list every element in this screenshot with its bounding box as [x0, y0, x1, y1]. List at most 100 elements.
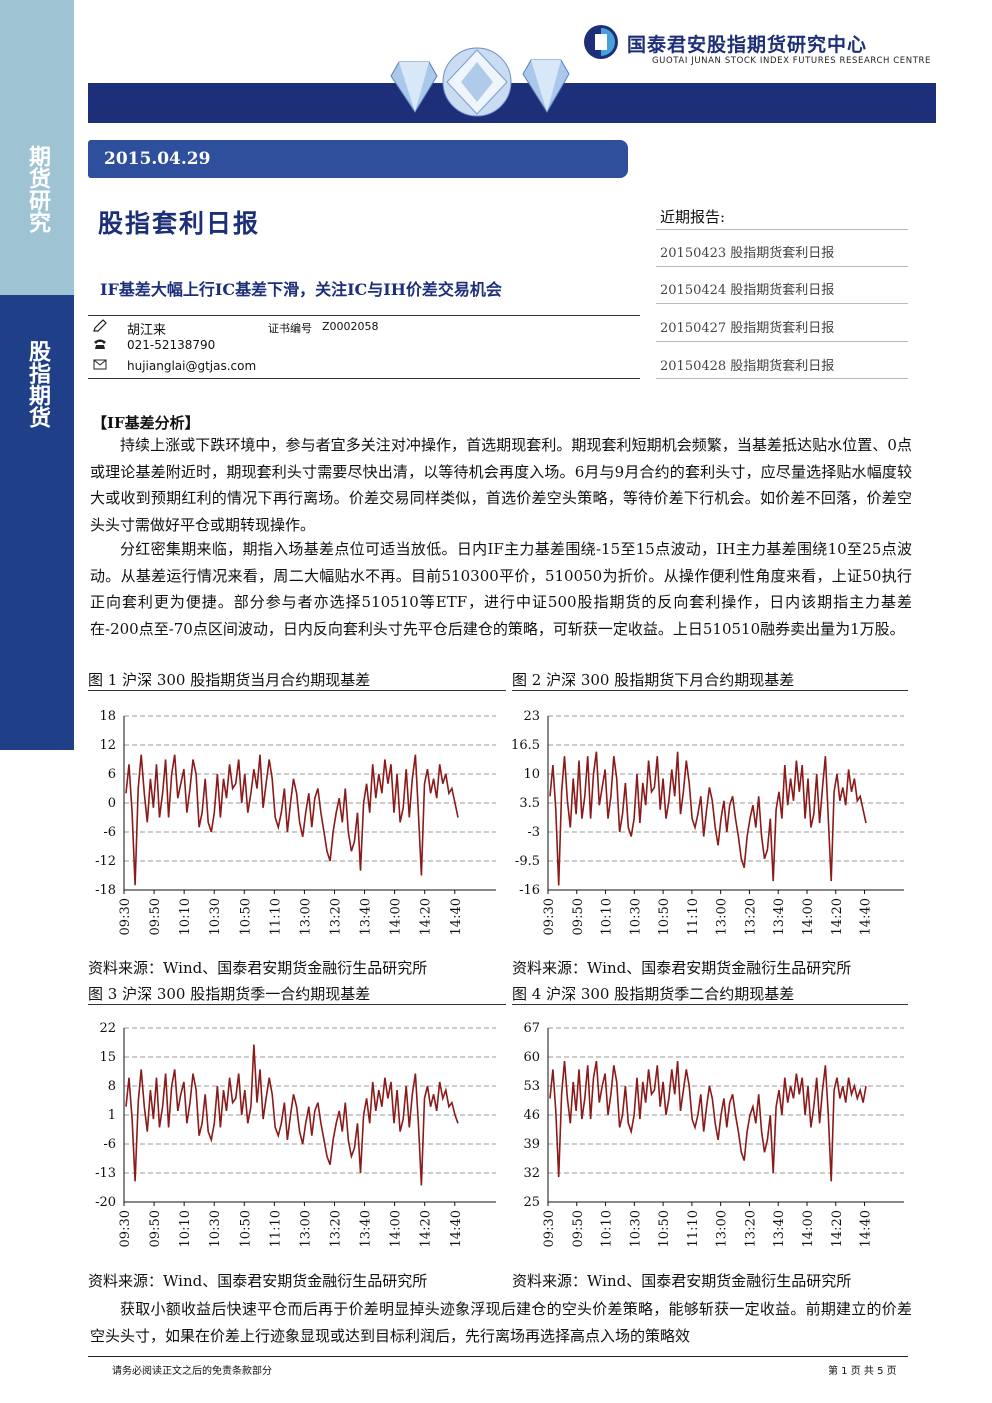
basis-series-line [549, 751, 867, 886]
y-tick-label: -6 [103, 825, 116, 840]
figure-4-title: 图 4 沪深 300 股指期货季二合约期现基差 [512, 985, 795, 1003]
recent-report-item[interactable]: 20150427 股指期货套利日报 [660, 317, 834, 336]
x-tick-label: 09:30 [118, 1210, 133, 1247]
x-tick-label: 09:30 [542, 1210, 557, 1247]
report-date: 2015.04.29 [104, 149, 211, 169]
y-tick-label: 32 [523, 1166, 540, 1181]
figure-2-source: 资料来源：Wind、国泰君安期货金融衍生品研究所 [512, 959, 852, 977]
figure-4-source: 资料来源：Wind、国泰君安期货金融衍生品研究所 [512, 1272, 852, 1290]
y-tick-label: 39 [523, 1137, 540, 1152]
body-paragraph-3: 获取小额收益后快速平仓而后再于价差明显掉头迹象浮现后建仓的空头价差策略，能够斩获… [90, 1300, 912, 1345]
company-logo [584, 25, 618, 59]
recent-report-item[interactable]: 20150424 股指期货套利日报 [660, 279, 834, 298]
x-tick-label: 13:20 [743, 1210, 758, 1247]
section-heading: 【IF基差分析】 [92, 414, 200, 432]
recent-report-item[interactable]: 20150428 股指期货套利日报 [660, 355, 834, 374]
x-tick-label: 09:30 [542, 898, 557, 935]
x-tick-label: 10:30 [208, 1210, 223, 1247]
y-tick-label: -18 [95, 883, 116, 898]
x-tick-label: 11:10 [268, 898, 283, 935]
x-tick-label: 14:20 [830, 898, 845, 935]
y-tick-label: 18 [99, 709, 116, 724]
y-tick-label: 67 [523, 1021, 540, 1036]
email-icon [93, 359, 107, 370]
x-tick-label: 14:40 [859, 898, 874, 935]
x-tick-label: 10:10 [178, 898, 193, 935]
x-tick-label: 13:20 [328, 1210, 343, 1247]
author-email[interactable]: hujianglai@gtjas.com [127, 359, 256, 373]
x-tick-label: 13:20 [328, 898, 343, 935]
org-name-cn: 国泰君安股指期货研究中心 [627, 34, 868, 56]
org-name-en: GUOTAI JUNAN STOCK INDEX FUTURES RESEARC… [652, 56, 932, 66]
cert-label: 证书编号 [268, 322, 312, 335]
basis-chart-3: 22 15 8 1 -6 -13 -2009:30 09:50 10:10 10:30 10:50 1… [95, 1021, 496, 1247]
recent-divider [656, 341, 908, 342]
footer-rule [88, 1356, 908, 1357]
x-tick-label: 09:50 [148, 1210, 163, 1247]
x-tick-label: 13:40 [359, 898, 374, 935]
x-tick-label: 10:30 [628, 898, 643, 935]
y-tick-label: 15 [99, 1050, 116, 1065]
basis-chart-2: 23 16.5 10 3.5 -3 -9.5 -1609:30 09:50 10:10 10:30… [511, 709, 904, 935]
x-tick-label: 10:50 [238, 1210, 253, 1247]
y-tick-label: 53 [523, 1079, 540, 1094]
x-tick-label: 14:40 [449, 1210, 464, 1247]
figure-1-title: 图 1 沪深 300 股指期货当月合约期现基差 [88, 671, 371, 689]
y-tick-label: -20 [95, 1195, 116, 1210]
x-tick-label: 09:50 [148, 898, 163, 935]
y-tick-label: -9.5 [515, 854, 540, 869]
x-tick-label: 13:40 [772, 898, 787, 935]
x-tick-label: 09:50 [571, 1210, 586, 1247]
recent-report-item[interactable]: 20150423 股指期货套利日报 [660, 242, 834, 261]
body-paragraph-1: 持续上涨或下跌环境中，参与者宜多关注对冲操作，首选期现套利。期现套利短期机会频繁… [90, 436, 912, 534]
x-tick-label: 09:30 [118, 898, 133, 935]
x-tick-label: 11:10 [268, 1210, 283, 1247]
x-tick-label: 13:00 [298, 1210, 313, 1247]
footer-disclaimer: 请务必阅读正文之后的免责条款部分 [112, 1366, 272, 1377]
figure-4-title-rule [512, 1004, 908, 1005]
figure-1-title-rule [88, 690, 506, 691]
x-tick-label: 10:50 [657, 898, 672, 935]
y-tick-label: -13 [95, 1166, 116, 1181]
x-tick-label: 14:40 [859, 1210, 874, 1247]
x-tick-label: 10:30 [208, 898, 223, 935]
y-tick-label: -6 [103, 1137, 116, 1152]
x-tick-label: 13:00 [298, 898, 313, 935]
y-tick-label: -16 [519, 883, 540, 898]
basis-series-line [549, 1060, 867, 1182]
x-tick-label: 10:50 [657, 1210, 672, 1247]
x-tick-label: 10:10 [600, 898, 615, 935]
footer-page-number: 第 1 页 共 5 页 [828, 1366, 897, 1377]
recent-divider [656, 229, 908, 230]
y-tick-label: -3 [527, 825, 540, 840]
y-tick-label: 12 [99, 738, 116, 753]
x-tick-label: 14:20 [419, 898, 434, 935]
y-tick-label: -12 [95, 854, 116, 869]
x-tick-label: 10:50 [238, 898, 253, 935]
y-tick-label: 0 [108, 796, 116, 811]
author-name: 胡江来 [127, 323, 167, 338]
x-tick-label: 13:40 [772, 1210, 787, 1247]
y-tick-label: 60 [523, 1050, 540, 1065]
x-tick-label: 14:40 [449, 898, 464, 935]
x-tick-label: 14:00 [389, 898, 404, 935]
y-tick-label: 10 [523, 767, 540, 782]
recent-divider [656, 266, 908, 267]
report-title: 股指套利日报 [98, 209, 261, 238]
x-tick-label: 10:10 [178, 1210, 193, 1247]
recent-reports-title: 近期报告: [660, 208, 726, 226]
author-divider-top [88, 315, 640, 316]
y-tick-label: 6 [108, 767, 116, 782]
figure-3-title: 图 3 沪深 300 股指期货季一合约期现基差 [88, 985, 371, 1003]
figure-3-title-rule [88, 1004, 506, 1005]
x-tick-label: 11:10 [686, 898, 701, 935]
x-tick-label: 14:00 [801, 898, 816, 935]
y-tick-label: 8 [108, 1079, 116, 1094]
y-tick-label: 3.5 [519, 796, 540, 811]
phone-icon [94, 339, 106, 349]
recent-divider [656, 378, 908, 379]
cert-number: Z0002058 [322, 320, 379, 333]
basis-chart-1: 18 12 6 0 -6 -12 -1809:30 09:50 10:10 10:30 10:50 1… [95, 709, 496, 935]
x-tick-label: 13:20 [743, 898, 758, 935]
x-tick-label: 13:40 [359, 1210, 374, 1247]
